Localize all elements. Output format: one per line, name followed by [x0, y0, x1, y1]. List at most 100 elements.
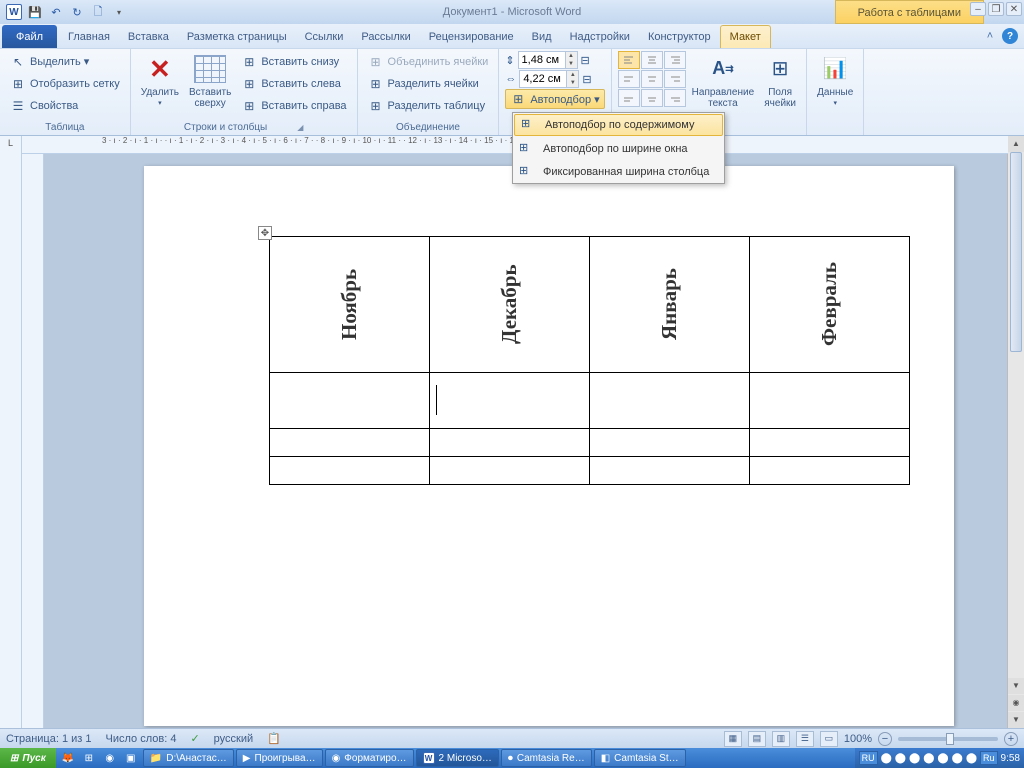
- align-br[interactable]: [664, 89, 686, 107]
- autofit-window[interactable]: ⊞Автоподбор по ширине окна: [513, 137, 724, 160]
- tab-table-layout[interactable]: Макет: [720, 25, 771, 48]
- align-bc[interactable]: [641, 89, 663, 107]
- zoom-level[interactable]: 100%: [844, 733, 872, 745]
- minimize-ribbon-icon[interactable]: ˄: [982, 28, 998, 44]
- qat-dropdown-icon[interactable]: ▾: [109, 2, 129, 22]
- cell-r3c2[interactable]: [430, 429, 590, 457]
- cell-r2c2[interactable]: [430, 373, 590, 429]
- fixed-width[interactable]: ⊞Фиксированная ширина столбца: [513, 160, 724, 183]
- vertical-ruler[interactable]: [22, 136, 44, 728]
- next-page-icon[interactable]: ▼: [1008, 712, 1024, 728]
- task-item-5[interactable]: ⏺Camtasia Re…: [501, 749, 592, 767]
- tab-selector[interactable]: L: [0, 136, 22, 728]
- cell-r4c4[interactable]: [750, 457, 910, 485]
- view-web[interactable]: ▥: [772, 731, 790, 747]
- tab-mailings[interactable]: Рассылки: [352, 25, 419, 48]
- split-table-button[interactable]: ⊞Разделить таблицу: [364, 95, 493, 116]
- header-dec[interactable]: Декабрь: [430, 237, 589, 372]
- data-button[interactable]: 📊Данные▾: [813, 51, 857, 110]
- dist-rows-icon[interactable]: ⊟: [581, 54, 590, 67]
- close-icon[interactable]: ✕: [1006, 2, 1022, 16]
- document-table[interactable]: Ноябрь Декабрь Январь Февраль: [269, 236, 910, 485]
- tab-insert[interactable]: Вставка: [119, 25, 178, 48]
- dist-cols-icon[interactable]: ⊟: [582, 73, 591, 86]
- autofit-contents[interactable]: ⊞Автоподбор по содержимому: [514, 114, 723, 136]
- task-item-3[interactable]: ◉Форматиро…: [325, 749, 414, 767]
- show-grid-button[interactable]: ⊞Отобразить сетку: [6, 73, 124, 94]
- tab-file[interactable]: Файл: [2, 25, 57, 48]
- cell-margins-button[interactable]: ⊞Поля ячейки: [760, 51, 800, 111]
- split-cells-button[interactable]: ⊞Разделить ячейки: [364, 73, 493, 94]
- task-item-1[interactable]: 📁D:\Анастас…: [143, 749, 234, 767]
- quick-launch-3[interactable]: ◉: [100, 748, 120, 768]
- view-outline[interactable]: ☰: [796, 731, 814, 747]
- zoom-in-button[interactable]: +: [1004, 732, 1018, 746]
- insert-left-button[interactable]: ⊞Вставить слева: [237, 73, 350, 94]
- tab-references[interactable]: Ссылки: [296, 25, 353, 48]
- task-item-4[interactable]: W2 Microso…: [416, 749, 499, 767]
- header-jan[interactable]: Январь: [590, 237, 749, 372]
- align-mc[interactable]: [641, 70, 663, 88]
- align-tc[interactable]: [641, 51, 663, 69]
- insert-below-button[interactable]: ⊞Вставить снизу: [237, 51, 350, 72]
- scroll-up-icon[interactable]: ▲: [1008, 136, 1024, 152]
- align-mr[interactable]: [664, 70, 686, 88]
- tab-review[interactable]: Рецензирование: [420, 25, 523, 48]
- cell-r2c1[interactable]: [270, 373, 430, 429]
- task-item-2[interactable]: ▶Проигрыва…: [236, 749, 323, 767]
- save-icon[interactable]: 💾: [25, 2, 45, 22]
- undo-icon[interactable]: ↶: [46, 2, 66, 22]
- status-page[interactable]: Страница: 1 из 1: [6, 733, 92, 745]
- task-item-6[interactable]: ◧Camtasia St…: [594, 749, 686, 767]
- cell-r4c3[interactable]: [590, 457, 750, 485]
- tab-layout[interactable]: Разметка страницы: [178, 25, 296, 48]
- table-move-handle[interactable]: ✥: [258, 226, 272, 240]
- start-button[interactable]: ⊞Пуск: [0, 748, 56, 768]
- cell-r3c4[interactable]: [750, 429, 910, 457]
- quick-launch-2[interactable]: ⊞: [79, 748, 99, 768]
- tray-icon-6[interactable]: ⬤: [952, 753, 963, 764]
- view-draft[interactable]: ▭: [820, 731, 838, 747]
- tray-lang[interactable]: RU: [859, 751, 878, 765]
- spell-check-icon[interactable]: ✓: [190, 732, 199, 745]
- tray-time[interactable]: 9:58: [1001, 753, 1020, 764]
- tray-icon-3[interactable]: ⬤: [909, 753, 920, 764]
- tab-addins[interactable]: Надстройки: [561, 25, 639, 48]
- document-area[interactable]: ✥ Ноябрь Декабрь Январь Февраль: [44, 136, 1007, 728]
- header-feb[interactable]: Февраль: [750, 237, 909, 372]
- tab-design[interactable]: Конструктор: [639, 25, 720, 48]
- view-fullscreen[interactable]: ▤: [748, 731, 766, 747]
- quick-launch-4[interactable]: ▣: [121, 748, 141, 768]
- cell-r3c3[interactable]: [590, 429, 750, 457]
- cell-r4c1[interactable]: [270, 457, 430, 485]
- cell-r2c4[interactable]: [750, 373, 910, 429]
- help-icon[interactable]: ?: [1002, 28, 1018, 44]
- col-width-input[interactable]: ▲▼: [519, 70, 579, 88]
- restore-icon[interactable]: ❐: [988, 2, 1004, 16]
- quick-launch-1[interactable]: 🦊: [58, 748, 78, 768]
- cell-r2c3[interactable]: [590, 373, 750, 429]
- tab-home[interactable]: Главная: [59, 25, 119, 48]
- scroll-down-icon[interactable]: ▼: [1008, 678, 1024, 694]
- tab-view[interactable]: Вид: [523, 25, 561, 48]
- zoom-slider[interactable]: [898, 737, 998, 741]
- prev-page-icon[interactable]: ◉: [1008, 695, 1024, 711]
- scroll-thumb[interactable]: [1010, 152, 1022, 352]
- status-words[interactable]: Число слов: 4: [106, 733, 177, 745]
- tray-icon-1[interactable]: ⬤: [881, 753, 892, 764]
- tray-icon-4[interactable]: ⬤: [923, 753, 934, 764]
- tray-icon-5[interactable]: ⬤: [937, 753, 948, 764]
- vertical-scrollbar[interactable]: ▲ ▼ ◉ ▼: [1007, 136, 1024, 728]
- view-print-layout[interactable]: ▦: [724, 731, 742, 747]
- text-direction-button[interactable]: A⇉Направление текста: [688, 51, 758, 111]
- tray-icon-7[interactable]: ⬤: [966, 753, 977, 764]
- properties-button[interactable]: ☰Свойства: [6, 95, 124, 116]
- align-tr[interactable]: [664, 51, 686, 69]
- header-nov[interactable]: Ноябрь: [270, 237, 429, 372]
- minimize-icon[interactable]: –: [970, 2, 986, 16]
- cell-r3c1[interactable]: [270, 429, 430, 457]
- tray-lang-2[interactable]: Ru: [980, 751, 998, 765]
- dialog-launcher-icon[interactable]: ◢: [297, 123, 303, 132]
- align-bl[interactable]: [618, 89, 640, 107]
- delete-button[interactable]: ✕Удалить▾: [137, 51, 183, 110]
